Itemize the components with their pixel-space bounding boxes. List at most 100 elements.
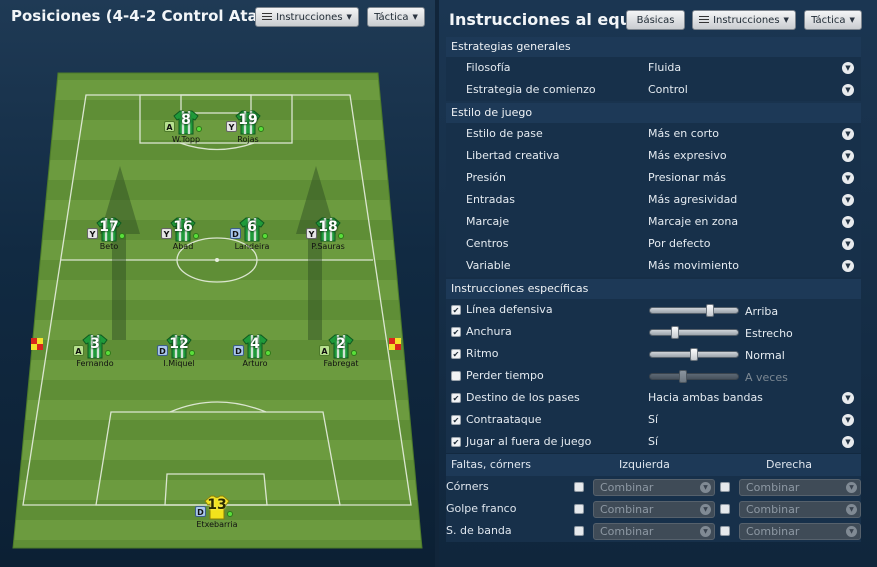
checkbox[interactable] bbox=[451, 371, 461, 381]
setting-row[interactable]: Presión Presionar más ▼ bbox=[446, 167, 861, 189]
checkbox[interactable] bbox=[574, 482, 584, 492]
dropdown-arrow-icon[interactable]: ▼ bbox=[842, 172, 854, 184]
slider-row[interactable]: Perder tiempo A veces bbox=[446, 365, 861, 387]
slider-handle[interactable] bbox=[679, 370, 688, 383]
player-token[interactable]: 17 Y Beto bbox=[79, 216, 139, 262]
setting-value[interactable]: Más movimiento bbox=[648, 255, 739, 277]
dropdown-arrow-icon[interactable]: ▼ bbox=[842, 84, 854, 96]
dropdown-arrow-icon[interactable]: ▼ bbox=[842, 238, 854, 250]
shirt-number: 18 bbox=[318, 219, 338, 235]
dropdown-arrow-icon[interactable]: ▼ bbox=[846, 526, 857, 537]
slider-row[interactable]: ✔ Línea defensiva Arriba bbox=[446, 299, 861, 321]
setting-row[interactable]: Libertad creativa Más expresivo ▼ bbox=[446, 145, 861, 167]
player-name: Fabregat bbox=[323, 359, 359, 368]
role-badge: D bbox=[157, 345, 168, 356]
left-combo[interactable]: Combinar ▼ bbox=[593, 501, 715, 518]
checkbox[interactable] bbox=[574, 526, 584, 536]
dropdown-arrow-icon[interactable]: ▼ bbox=[842, 392, 854, 404]
dropdown-arrow-icon[interactable]: ▼ bbox=[842, 260, 854, 272]
player-token[interactable]: 2 A Fabregat bbox=[311, 333, 371, 379]
slider-track-disabled[interactable] bbox=[649, 370, 739, 383]
slider-handle[interactable] bbox=[670, 326, 679, 339]
slider-track[interactable] bbox=[649, 326, 739, 339]
slider-track[interactable] bbox=[649, 348, 739, 361]
dropdown-arrow-icon[interactable]: ▼ bbox=[842, 128, 854, 140]
setting-row[interactable]: Estilo de pase Más en corto ▼ bbox=[446, 123, 861, 145]
player-token[interactable]: 6 D Landeira bbox=[222, 216, 282, 262]
setting-value[interactable]: Más expresivo bbox=[648, 145, 727, 167]
set-piece-label: Córners bbox=[446, 480, 489, 493]
setting-value[interactable]: Por defecto bbox=[648, 233, 710, 255]
setting-row[interactable]: Centros Por defecto ▼ bbox=[446, 233, 861, 255]
setting-value[interactable]: Fluida bbox=[648, 57, 681, 79]
setting-row[interactable]: ✔ Destino de los pases Hacia ambas banda… bbox=[446, 387, 861, 409]
condition-dot bbox=[193, 233, 199, 239]
checkbox[interactable] bbox=[720, 482, 730, 492]
setting-value[interactable]: Presionar más bbox=[648, 167, 726, 189]
player-name: Rojas bbox=[237, 135, 259, 144]
dropdown-arrow-icon[interactable]: ▼ bbox=[842, 194, 854, 206]
slider-track[interactable] bbox=[649, 304, 739, 317]
player-token[interactable]: 13 D Etxebarria bbox=[187, 494, 247, 540]
section-heading: Faltas, córners bbox=[451, 458, 531, 471]
setting-value[interactable]: Más en corto bbox=[648, 123, 719, 145]
dropdown-arrow-icon[interactable]: ▼ bbox=[842, 414, 854, 426]
shirt-icon: 4 bbox=[242, 333, 268, 359]
slider-handle[interactable] bbox=[705, 304, 714, 317]
condition-dot bbox=[351, 350, 357, 356]
player-token[interactable]: 16 Y Abad bbox=[153, 216, 213, 262]
checkbox[interactable]: ✔ bbox=[451, 393, 461, 403]
setting-value[interactable]: Control bbox=[648, 79, 688, 101]
setting-value[interactable]: Más agresividad bbox=[648, 189, 737, 211]
setting-row[interactable]: Variable Más movimiento ▼ bbox=[446, 255, 861, 277]
left-combo[interactable]: Combinar ▼ bbox=[593, 523, 715, 540]
setting-row[interactable]: ✔ Contraataque Sí ▼ bbox=[446, 409, 861, 431]
dropdown-arrow-icon[interactable]: ▼ bbox=[700, 482, 711, 493]
checkbox[interactable]: ✔ bbox=[451, 349, 461, 359]
setting-row[interactable]: Estrategia de comienzo Control ▼ bbox=[446, 79, 861, 101]
dropdown-arrow-icon[interactable]: ▼ bbox=[846, 504, 857, 515]
right-combo[interactable]: Combinar ▼ bbox=[739, 479, 861, 496]
player-token[interactable]: 19 Y Rojas bbox=[218, 109, 278, 155]
dropdown-arrow-icon[interactable]: ▼ bbox=[700, 504, 711, 515]
player-token[interactable]: 8 A W.Topp bbox=[156, 109, 216, 155]
corner-flag-icon bbox=[389, 338, 401, 350]
checkbox[interactable] bbox=[720, 526, 730, 536]
checkbox[interactable] bbox=[574, 504, 584, 514]
slider-row[interactable]: ✔ Ritmo Normal bbox=[446, 343, 861, 365]
dropdown-arrow-icon[interactable]: ▼ bbox=[842, 436, 854, 448]
setting-row[interactable]: Entradas Más agresividad ▼ bbox=[446, 189, 861, 211]
player-token[interactable]: 12 D I.Miquel bbox=[149, 333, 209, 379]
right-combo[interactable]: Combinar ▼ bbox=[739, 523, 861, 540]
tactica-dropdown-button[interactable]: Táctica ▼ bbox=[804, 10, 862, 30]
checkbox[interactable]: ✔ bbox=[451, 327, 461, 337]
left-combo[interactable]: Combinar ▼ bbox=[593, 479, 715, 496]
basicas-button[interactable]: Básicas bbox=[626, 10, 685, 30]
slider-value-label: Normal bbox=[745, 349, 785, 362]
player-name: Abad bbox=[172, 242, 194, 251]
setting-value[interactable]: Hacia ambas bandas bbox=[648, 387, 763, 409]
dropdown-arrow-icon[interactable]: ▼ bbox=[700, 526, 711, 537]
dropdown-arrow-icon[interactable]: ▼ bbox=[842, 62, 854, 74]
right-combo[interactable]: Combinar ▼ bbox=[739, 501, 861, 518]
slider-row[interactable]: ✔ Anchura Estrecho bbox=[446, 321, 861, 343]
dropdown-arrow-icon[interactable]: ▼ bbox=[846, 482, 857, 493]
dropdown-arrow-icon[interactable]: ▼ bbox=[842, 216, 854, 228]
checkbox[interactable] bbox=[720, 504, 730, 514]
setting-value[interactable]: Marcaje en zona bbox=[648, 211, 738, 233]
slider-handle[interactable] bbox=[690, 348, 698, 361]
checkbox[interactable]: ✔ bbox=[451, 437, 461, 447]
player-token[interactable]: 4 D Arturo bbox=[225, 333, 285, 379]
checkbox[interactable]: ✔ bbox=[451, 415, 461, 425]
checkbox[interactable]: ✔ bbox=[451, 305, 461, 315]
condition-dot bbox=[227, 511, 233, 517]
setting-row[interactable]: Filosofía Fluida ▼ bbox=[446, 57, 861, 79]
setting-value[interactable]: Sí bbox=[648, 431, 658, 453]
dropdown-arrow-icon[interactable]: ▼ bbox=[842, 150, 854, 162]
setting-row[interactable]: ✔ Jugar al fuera de juego Sí ▼ bbox=[446, 431, 861, 453]
player-token[interactable]: 18 Y P.Sauras bbox=[298, 216, 358, 262]
setting-row[interactable]: Marcaje Marcaje en zona ▼ bbox=[446, 211, 861, 233]
instructions-dropdown-button[interactable]: Instrucciones ▼ bbox=[692, 10, 796, 30]
setting-value[interactable]: Sí bbox=[648, 409, 658, 431]
player-token[interactable]: 3 A Fernando bbox=[65, 333, 125, 379]
